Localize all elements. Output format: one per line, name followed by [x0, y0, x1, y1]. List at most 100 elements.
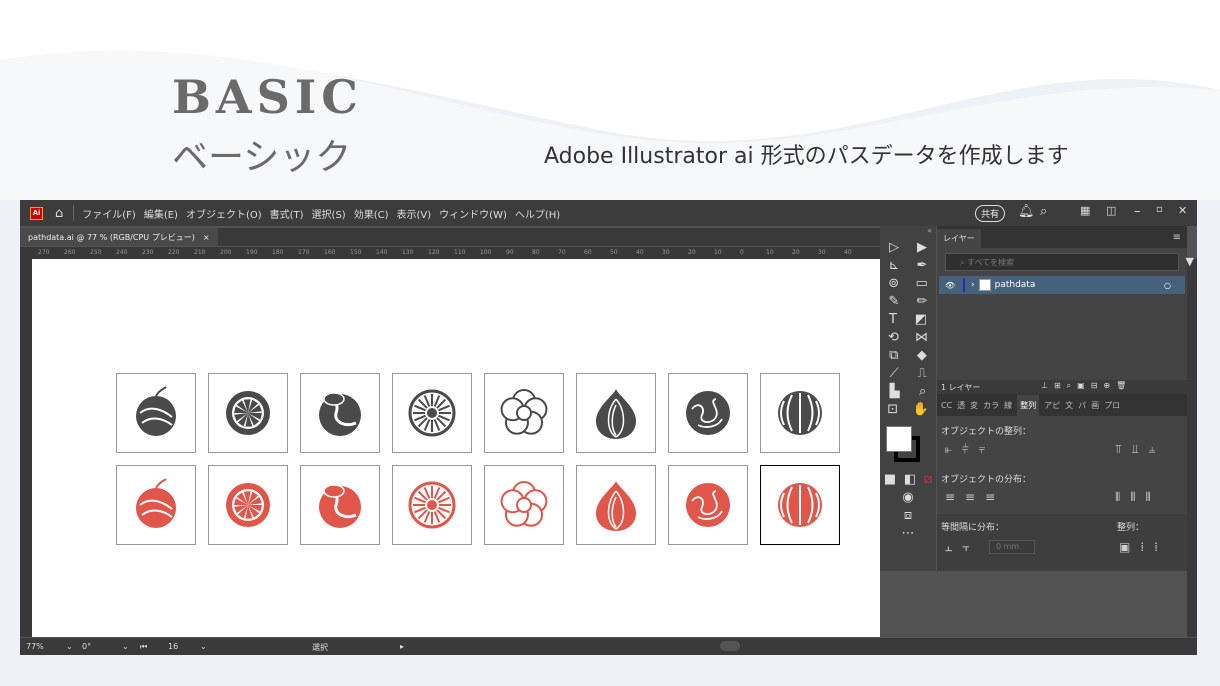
maximize-icon[interactable]: ▫: [1156, 204, 1163, 215]
artwork-kiwi-filled[interactable]: [392, 373, 472, 453]
menu-effect[interactable]: 効果(C): [354, 206, 389, 221]
arrange-icon[interactable]: ▦: [1080, 204, 1090, 217]
artwork-lemon-slice-filled[interactable]: [208, 373, 288, 453]
target-circle-icon[interactable]: ○: [1164, 281, 1171, 290]
menu-help[interactable]: ヘルプ(H): [515, 206, 560, 221]
artboard-tool-icon[interactable]: ⎍: [917, 366, 926, 381]
align-panel-tab[interactable]: 線: [1004, 400, 1012, 411]
artwork-kiwi-outline[interactable]: [392, 465, 472, 545]
menu-edit[interactable]: 編集(E): [144, 206, 178, 221]
align-panel-tab[interactable]: 整列: [1017, 394, 1040, 416]
artboard-number[interactable]: 16: [168, 642, 178, 651]
artwork-cabbage-filled[interactable]: [668, 373, 748, 453]
visibility-eye-icon[interactable]: 👁︎: [945, 281, 963, 290]
menu-window[interactable]: ウィンドウ(W): [439, 206, 507, 221]
slice-tool-icon[interactable]: ⊡: [887, 402, 898, 417]
none-mode-icon[interactable]: ⧄: [924, 472, 932, 487]
home-icon[interactable]: ⌂: [55, 206, 63, 221]
align-panel-tab[interactable]: アピ: [1044, 400, 1060, 411]
chevron-down-icon[interactable]: ⌄: [122, 642, 129, 651]
tab-layers[interactable]: レイヤー: [937, 229, 981, 248]
artwork-onion-outline[interactable]: [576, 465, 656, 545]
more-tools-icon[interactable]: ⋯: [902, 526, 915, 541]
spacing-icons[interactable]: ⫠⫟: [945, 540, 980, 555]
pencil-tool-icon[interactable]: ✏: [917, 294, 928, 309]
selection-tool-icon[interactable]: ▷: [889, 240, 899, 255]
eyedropper-tool-icon[interactable]: ⟋: [889, 366, 898, 381]
panel-collapse-icon[interactable]: «: [880, 226, 936, 238]
workspace-icon[interactable]: ◫: [1106, 204, 1116, 217]
distribute-vertical-icons[interactable]: ≡≡≡: [945, 490, 1005, 504]
search-icon[interactable]: ⌕: [1040, 204, 1047, 219]
align-panel-tab[interactable]: プロ: [1104, 400, 1120, 411]
rectangle-tool-icon[interactable]: ▭: [915, 276, 927, 291]
layer-search-input[interactable]: ⌕ すべてを検索 ▼: [945, 253, 1194, 271]
artwork-apple-filled[interactable]: [116, 373, 196, 453]
artwork-watermelon-outline[interactable]: [760, 465, 840, 545]
align-panel-tab[interactable]: カラ: [983, 400, 999, 411]
artwork-apple-outline[interactable]: [116, 465, 196, 545]
align-panel-tab[interactable]: 文: [1065, 400, 1073, 411]
align-panel-tab[interactable]: 透: [957, 400, 965, 411]
menu-object[interactable]: オブジェクト(O): [186, 206, 262, 221]
distribute-horizontal-icons[interactable]: ⦀⦀⦀: [1115, 490, 1161, 505]
fill-stroke-swatch[interactable]: [886, 422, 930, 466]
menu-type[interactable]: 書式(T): [270, 206, 304, 221]
rotate-value[interactable]: 0°: [82, 642, 91, 651]
vertical-scrollbar[interactable]: [1187, 259, 1197, 637]
menu-select[interactable]: 選択(S): [312, 206, 346, 221]
shape-builder-icon[interactable]: ◩: [915, 312, 927, 327]
artwork-cut-fruit-filled[interactable]: [300, 373, 380, 453]
expand-chevron-icon[interactable]: ›: [971, 280, 975, 290]
screen-mode-icon[interactable]: ⧈: [904, 508, 912, 523]
zoom-level[interactable]: 77%: [26, 642, 44, 651]
direct-selection-tool-icon[interactable]: ▶: [917, 240, 927, 255]
layer-action-icons[interactable]: ⊥⊞⌕▣⊟⊕🗑︎: [1041, 381, 1132, 391]
align-vertical-icons[interactable]: ⫪⫫⫨: [1115, 442, 1165, 457]
minimize-icon[interactable]: –: [1134, 204, 1141, 219]
document-tab[interactable]: pathdata.ai @ 77 % (RGB/CPU プレビュー) ×: [20, 228, 218, 246]
layer-name[interactable]: pathdata: [995, 280, 1036, 290]
eraser-tool-icon[interactable]: ◆: [917, 348, 927, 363]
close-tab-icon[interactable]: ×: [203, 233, 210, 242]
bell-icon[interactable]: 🔔︎: [1018, 204, 1035, 219]
align-panel-tab[interactable]: パ: [1078, 400, 1086, 411]
curvature-tool-icon[interactable]: ⊾: [889, 258, 900, 273]
align-panel-tab[interactable]: 変: [970, 400, 978, 411]
type-tool-icon[interactable]: T: [889, 312, 897, 327]
spacing-input[interactable]: 0 mm: [989, 540, 1035, 554]
horizontal-scroll-thumb[interactable]: [720, 641, 740, 651]
reflect-tool-icon[interactable]: ⋈: [915, 330, 928, 345]
pen-tool-icon[interactable]: ✒: [917, 258, 928, 273]
graph-tool-icon[interactable]: ▙: [890, 384, 900, 399]
play-icon[interactable]: ▸: [400, 642, 404, 651]
brush-tool-icon[interactable]: ✎: [889, 294, 900, 309]
first-artboard-icon[interactable]: ⏮: [140, 642, 147, 652]
artwork-watermelon-filled[interactable]: [760, 373, 840, 453]
artwork-onion-filled[interactable]: [576, 373, 656, 453]
artwork-lemon-slice-outline[interactable]: [208, 465, 288, 545]
chevron-down-icon[interactable]: ⌄: [66, 642, 73, 651]
artwork-cabbage-outline[interactable]: [668, 465, 748, 545]
draw-mode-icon[interactable]: ◉: [902, 490, 913, 505]
chevron-down-icon[interactable]: ⌄: [200, 642, 207, 651]
zoom-tool-icon[interactable]: ⌕: [919, 384, 926, 399]
gradient-mode-icon[interactable]: ◧: [904, 472, 916, 487]
align-to-icons[interactable]: ▣⁞⁞: [1119, 540, 1168, 554]
panel-menu-icon[interactable]: ≡: [1173, 232, 1181, 243]
menu-file[interactable]: ファイル(F): [82, 206, 136, 221]
filter-icon[interactable]: ▼: [1186, 255, 1194, 268]
rotate-tool-icon[interactable]: ⟲: [888, 330, 899, 345]
align-panel-tab[interactable]: 画: [1091, 400, 1099, 411]
scale-tool-icon[interactable]: ⧉: [889, 348, 898, 363]
share-button[interactable]: 共有: [975, 205, 1006, 222]
artboard-canvas[interactable]: [32, 259, 880, 637]
hand-tool-icon[interactable]: ✋: [913, 402, 929, 417]
close-icon[interactable]: ✕: [1178, 204, 1187, 217]
artwork-flower-filled[interactable]: [484, 373, 564, 453]
artwork-cut-fruit-outline[interactable]: [300, 465, 380, 545]
layer-row[interactable]: 👁︎ › pathdata ○: [939, 276, 1185, 294]
align-horizontal-icons[interactable]: ⫦⫩⫧: [945, 442, 995, 457]
color-mode-icon[interactable]: ■: [884, 472, 896, 487]
align-panel-tab[interactable]: CC: [941, 401, 952, 410]
